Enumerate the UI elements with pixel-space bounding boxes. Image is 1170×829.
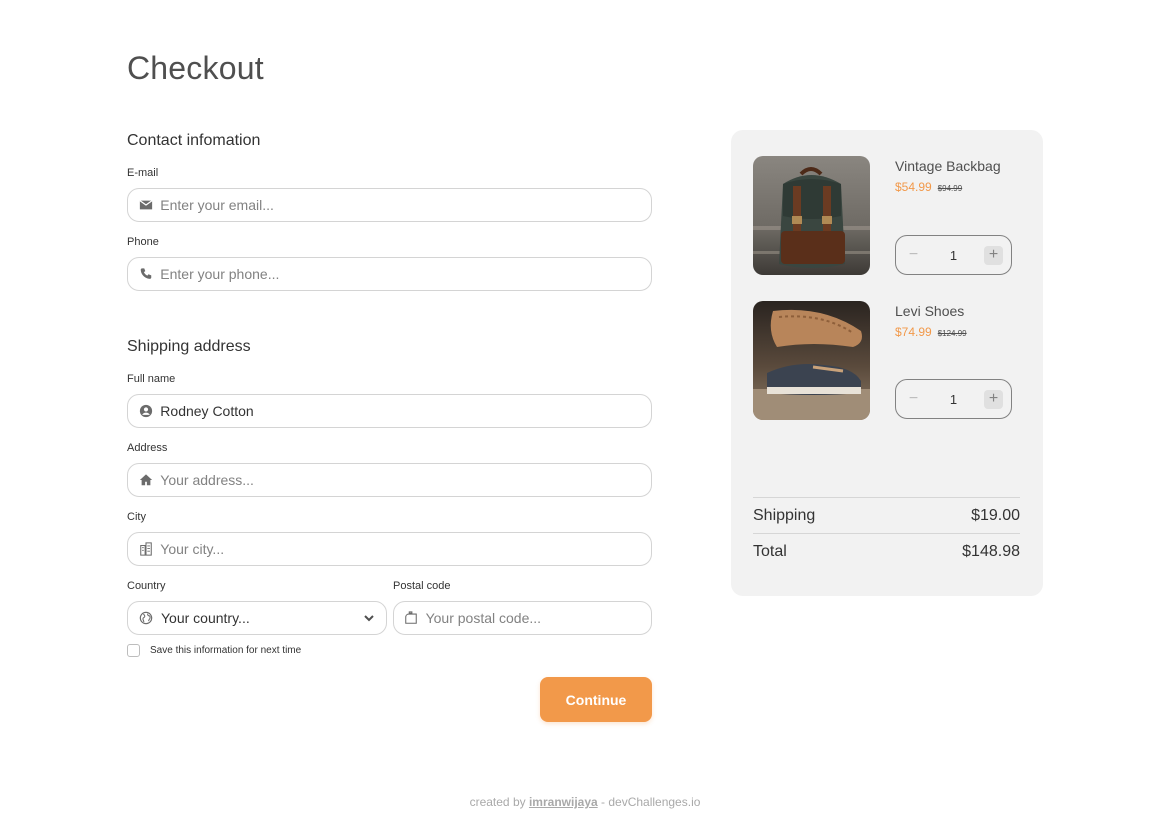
contact-section-title: Contact infomation (127, 132, 261, 149)
quantity-value: 1 (949, 247, 958, 263)
cart-item-name: Levi Shoes (895, 303, 965, 319)
phone-field[interactable] (127, 257, 652, 291)
chevron-down-icon (362, 611, 376, 625)
home-icon (138, 472, 153, 488)
increase-quantity-button[interactable]: + (983, 389, 1003, 409)
postal-code-input[interactable] (425, 602, 651, 634)
shipping-section-title: Shipping address (127, 338, 251, 355)
decrease-quantity-button[interactable]: − (904, 390, 923, 409)
cart-item-price-row: $54.99 $94.99 (895, 180, 962, 194)
cart-item-old-price: $94.99 (937, 184, 963, 193)
full-name-label: Full name (127, 373, 176, 385)
decrease-quantity-button[interactable]: − (904, 246, 923, 265)
building-icon (138, 541, 153, 557)
address-label: Address (127, 442, 168, 454)
city-field[interactable] (127, 532, 652, 566)
country-select[interactable]: Your country... (127, 601, 387, 635)
mailbox-icon (404, 610, 419, 626)
cart-item-price: $54.99 (895, 180, 932, 194)
footer-suffix: - devChallenges.io (601, 795, 701, 809)
cart-item-price-row: $74.99 $124.99 (895, 325, 967, 339)
footer-credit: created by imranwijaya - devChallenges.i… (0, 795, 1170, 809)
shipping-cost-value: $19.00 (971, 507, 1020, 524)
quantity-stepper[interactable]: − 1 + (895, 379, 1012, 419)
postal-code-field[interactable] (393, 601, 652, 635)
country-label: Country (127, 580, 166, 592)
email-input[interactable] (160, 189, 651, 221)
increase-quantity-button[interactable]: + (983, 245, 1003, 265)
address-input[interactable] (160, 464, 651, 496)
city-label: City (127, 511, 146, 523)
envelope-icon (138, 197, 153, 213)
phone-label: Phone (127, 236, 159, 248)
continue-button[interactable]: Continue (540, 677, 652, 722)
footer-prefix: created by (469, 795, 526, 809)
country-selected-value: Your country... (161, 610, 250, 626)
city-input[interactable] (160, 533, 651, 565)
summary-divider (753, 533, 1020, 534)
save-info-row[interactable]: Save this information for next time (127, 644, 301, 657)
footer-author-link[interactable]: imranwijaya (529, 795, 598, 809)
cart-item-old-price: $124.99 (937, 329, 967, 338)
page-title: Checkout (127, 50, 264, 86)
shoes-photo (753, 301, 870, 420)
user-circle-icon (138, 403, 153, 419)
full-name-field[interactable] (127, 394, 652, 428)
cart-item-price: $74.99 (895, 325, 932, 339)
email-field[interactable] (127, 188, 652, 222)
total-label: Total (753, 543, 787, 560)
shipping-cost-label: Shipping (753, 507, 816, 524)
email-label: E-mail (127, 167, 159, 179)
postal-code-label: Postal code (393, 580, 451, 592)
quantity-value: 1 (949, 391, 958, 407)
full-name-input[interactable] (160, 395, 651, 427)
phone-icon (138, 266, 153, 282)
quantity-stepper[interactable]: − 1 + (895, 235, 1012, 275)
summary-divider (753, 497, 1020, 498)
save-info-label: Save this information for next time (150, 645, 302, 656)
save-info-checkbox[interactable] (127, 644, 140, 657)
address-field[interactable] (127, 463, 652, 497)
backpack-photo (753, 156, 870, 275)
phone-input[interactable] (160, 258, 651, 290)
total-value: $148.98 (962, 543, 1020, 560)
cart-item-name: Vintage Backbag (895, 158, 1001, 174)
globe-icon (138, 610, 154, 626)
